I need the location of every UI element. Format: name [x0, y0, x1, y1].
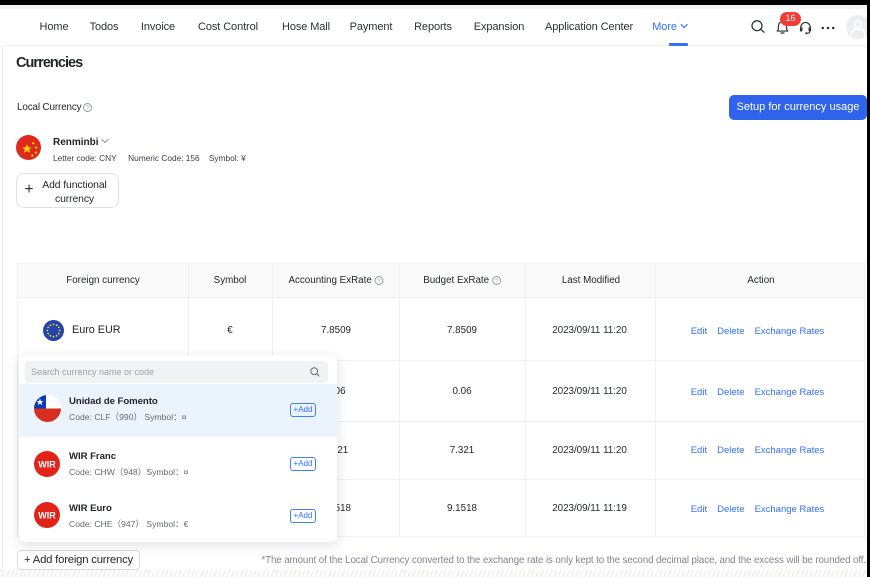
svg-text:WIR: WIR — [38, 460, 56, 470]
svg-text:WIR: WIR — [38, 511, 56, 521]
